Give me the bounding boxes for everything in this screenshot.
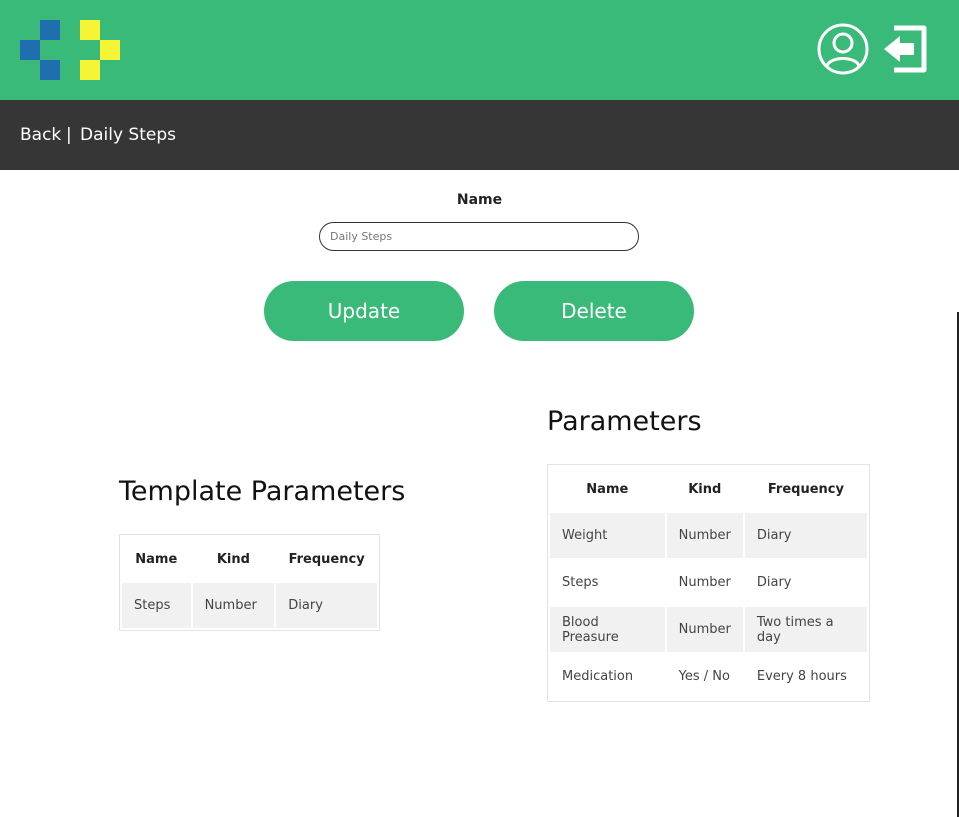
cell-frequency: Diary (276, 583, 377, 628)
cell-name: Steps (562, 575, 599, 590)
parameters-title: Parameters (547, 406, 702, 437)
cell-kind: Yes / No (678, 669, 730, 684)
cell-frequency: Two times a day (744, 607, 867, 652)
column-header-kind: Kind (216, 551, 250, 567)
column-header-name: Name (135, 551, 178, 567)
cell-name: Medication (562, 669, 634, 684)
table-row: Medication Yes / No Every 8 hours (550, 654, 867, 699)
cell-kind: Number (666, 513, 743, 558)
cell-frequency: Diary (756, 575, 792, 590)
cross-pixel-logo (20, 20, 120, 80)
table-row: Steps Number Diary (122, 583, 377, 628)
cell-name: Steps (122, 583, 191, 628)
name-label: Name (456, 192, 503, 208)
name-field[interactable] (319, 222, 639, 251)
top-header (0, 0, 959, 100)
cell-frequency: Diary (744, 513, 867, 558)
breadcrumb-current: Daily Steps (80, 125, 176, 145)
cell-kind: Number (666, 607, 743, 652)
delete-button[interactable]: Delete (494, 281, 694, 341)
template-parameters-title: Template Parameters (119, 476, 406, 507)
column-header-frequency: Frequency (767, 481, 844, 497)
cell-frequency: Every 8 hours (756, 669, 847, 684)
cell-kind: Number (192, 583, 275, 628)
table-row: Weight Number Diary (550, 513, 867, 558)
column-header-frequency: Frequency (288, 551, 365, 567)
update-button[interactable]: Update (264, 281, 464, 341)
cell-name: Blood Preasure (550, 607, 665, 652)
cell-name: Weight (550, 513, 665, 558)
table-row: Blood Preasure Number Two times a day (550, 607, 867, 652)
breadcrumb-separator: | (66, 125, 72, 145)
parameters-table: Name Kind Frequency Weight Number Diary … (547, 464, 870, 702)
template-parameters-table: Name Kind Frequency Steps Number Diary (119, 534, 380, 631)
table-row: Steps Number Diary (550, 560, 867, 605)
column-header-name: Name (586, 481, 629, 497)
breadcrumb: Back | Daily Steps (0, 100, 959, 170)
user-circle-icon[interactable] (816, 22, 870, 76)
cell-kind: Number (678, 575, 731, 590)
logout-icon[interactable] (880, 22, 928, 76)
column-header-kind: Kind (688, 481, 722, 497)
back-link[interactable]: Back (20, 125, 61, 145)
